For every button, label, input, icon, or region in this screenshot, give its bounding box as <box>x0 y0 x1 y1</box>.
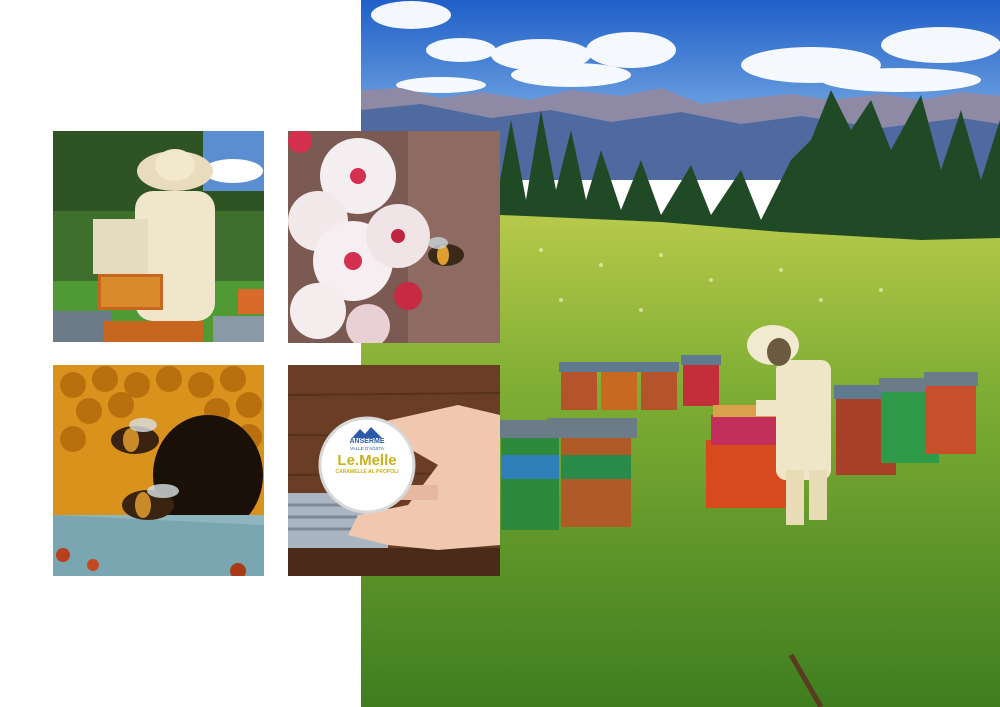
tin-tagline: CARAMELLE AL PROPOLI <box>335 469 399 475</box>
photo-bee-on-blossom <box>288 131 500 343</box>
tin-brand: ANSERME <box>349 438 385 445</box>
beekeeper-scene <box>53 131 264 342</box>
hives-front-left <box>497 418 637 530</box>
tin-label: ANSERME VALLE D'AOSTA Le.Melle CARAMELLE… <box>320 418 414 512</box>
honeycomb-scene <box>53 365 264 576</box>
photo-beekeeper-frame <box>53 131 264 342</box>
tin-product-name: Le.Melle <box>337 452 397 469</box>
hero-scene <box>361 0 1000 707</box>
hero-photo-alpine-apiary <box>361 0 1000 707</box>
photo-bees-honeycomb <box>53 365 264 576</box>
blossom-scene <box>288 131 500 343</box>
photo-product-tin-in-hand: ANSERME VALLE D'AOSTA Le.Melle CARAMELLE… <box>288 365 500 576</box>
mountain-logo-icon <box>352 427 382 438</box>
